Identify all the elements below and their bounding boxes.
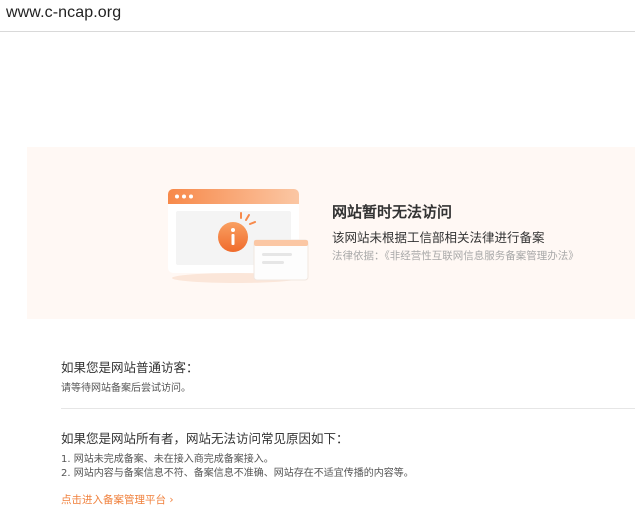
warning-browser-illustration-icon xyxy=(168,189,309,283)
owner-reason-item: 2. 网站内容与备案信息不符、备案信息不准确、网站存在不适宜传播的内容等。 xyxy=(61,468,414,479)
visitor-text: 请等待网站备案后尝试访问。 xyxy=(61,383,191,394)
owner-reason-item: 1. 网站未完成备案、未在接入商完成备案接入。 xyxy=(61,454,274,465)
visitor-heading: 如果您是网站普通访客： xyxy=(61,360,199,375)
notice-description: 该网站未根据工信部相关法律进行备案 xyxy=(332,230,545,245)
filing-platform-link[interactable]: 点击进入备案管理平台 › xyxy=(61,492,174,507)
notice-banner: 网站暂时无法访问 该网站未根据工信部相关法律进行备案 法律依据：《非经营性互联网… xyxy=(27,147,635,319)
section-divider xyxy=(61,408,635,409)
notice-legal-basis: 法律依据：《非经营性互联网信息服务备案管理办法》 xyxy=(332,250,579,262)
owner-heading: 如果您是网站所有者，网站无法访问常见原因如下： xyxy=(61,431,349,446)
browser-address-bar[interactable]: www.c-ncap.org xyxy=(0,0,635,32)
url-text[interactable]: www.c-ncap.org xyxy=(6,4,121,22)
notice-title: 网站暂时无法访问 xyxy=(332,203,453,221)
